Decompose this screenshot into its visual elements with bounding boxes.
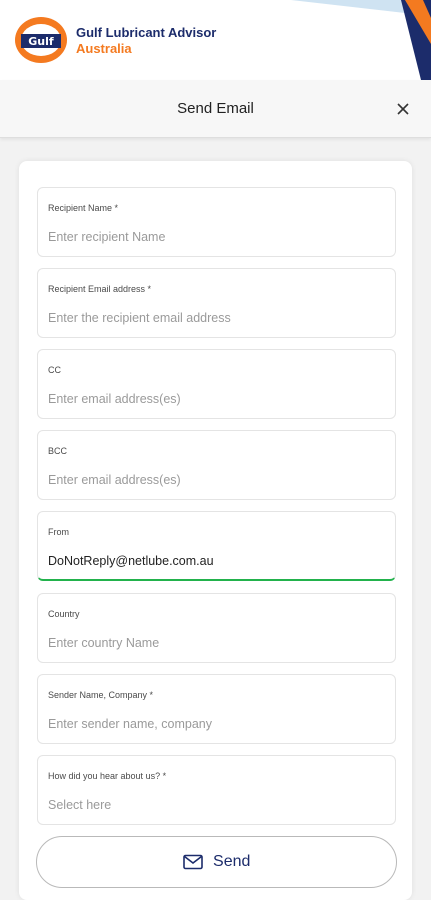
dialog-title: Send Email bbox=[177, 100, 254, 117]
sender-name-input[interactable] bbox=[48, 713, 383, 735]
logo-text: Gulf bbox=[28, 35, 54, 48]
recipient-email-field[interactable]: Recipient Email address * bbox=[37, 268, 396, 338]
recipient-email-label: Recipient Email address * bbox=[48, 284, 152, 294]
cc-label: CC bbox=[48, 365, 61, 375]
bcc-input[interactable] bbox=[48, 469, 383, 491]
gulf-logo: Gulf bbox=[15, 17, 67, 63]
country-label: Country bbox=[48, 609, 80, 619]
cc-field[interactable]: CC bbox=[37, 349, 396, 419]
brand-header: Gulf Gulf Lubricant Advisor Australia bbox=[0, 0, 431, 80]
bcc-label: BCC bbox=[48, 446, 68, 456]
recipient-name-input[interactable] bbox=[48, 226, 383, 248]
recipient-name-label: Recipient Name * bbox=[48, 203, 119, 213]
referral-source-field[interactable]: How did you hear about us? * bbox=[37, 755, 396, 825]
referral-source-select[interactable] bbox=[48, 794, 383, 816]
country-input[interactable] bbox=[48, 632, 383, 654]
send-button[interactable]: Send bbox=[36, 836, 397, 888]
sender-name-label: Sender Name, Company * bbox=[48, 690, 154, 700]
from-field[interactable]: From bbox=[37, 511, 396, 581]
mail-icon bbox=[182, 854, 203, 870]
from-input[interactable] bbox=[48, 550, 383, 572]
recipient-name-field[interactable]: Recipient Name * bbox=[37, 187, 396, 257]
corner-decoration bbox=[291, 0, 431, 80]
dialog-header: Send Email bbox=[0, 80, 431, 138]
from-label: From bbox=[48, 527, 69, 537]
cc-input[interactable] bbox=[48, 388, 383, 410]
country-field[interactable]: Country bbox=[37, 593, 396, 663]
sender-name-field[interactable]: Sender Name, Company * bbox=[37, 674, 396, 744]
app-region: Australia bbox=[76, 41, 132, 56]
email-form-card: Recipient Name * Recipient Email address… bbox=[19, 161, 412, 900]
recipient-email-input[interactable] bbox=[48, 307, 383, 329]
bcc-field[interactable]: BCC bbox=[37, 430, 396, 500]
app-name: Gulf Lubricant Advisor bbox=[76, 25, 217, 40]
referral-source-label: How did you hear about us? * bbox=[48, 771, 167, 781]
send-label: Send bbox=[213, 853, 251, 870]
close-icon[interactable] bbox=[393, 99, 413, 119]
